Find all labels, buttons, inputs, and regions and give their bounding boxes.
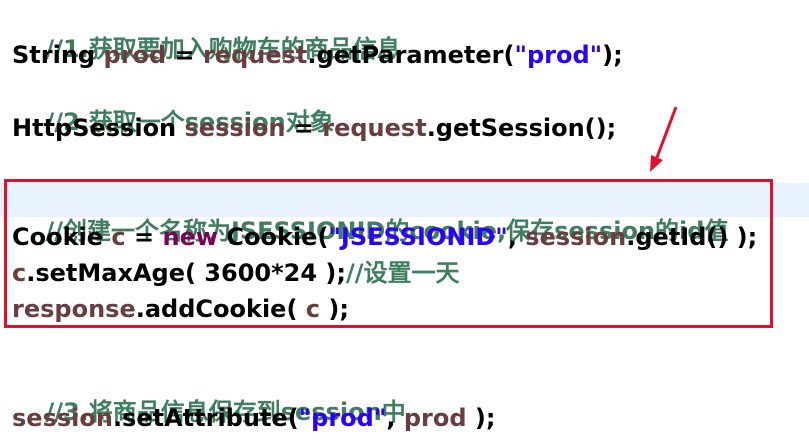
annotation-arrow-icon: [650, 106, 678, 172]
code-screenshot: //1.获取要加入购物车的商品信息 String prod = request.…: [0, 0, 809, 440]
